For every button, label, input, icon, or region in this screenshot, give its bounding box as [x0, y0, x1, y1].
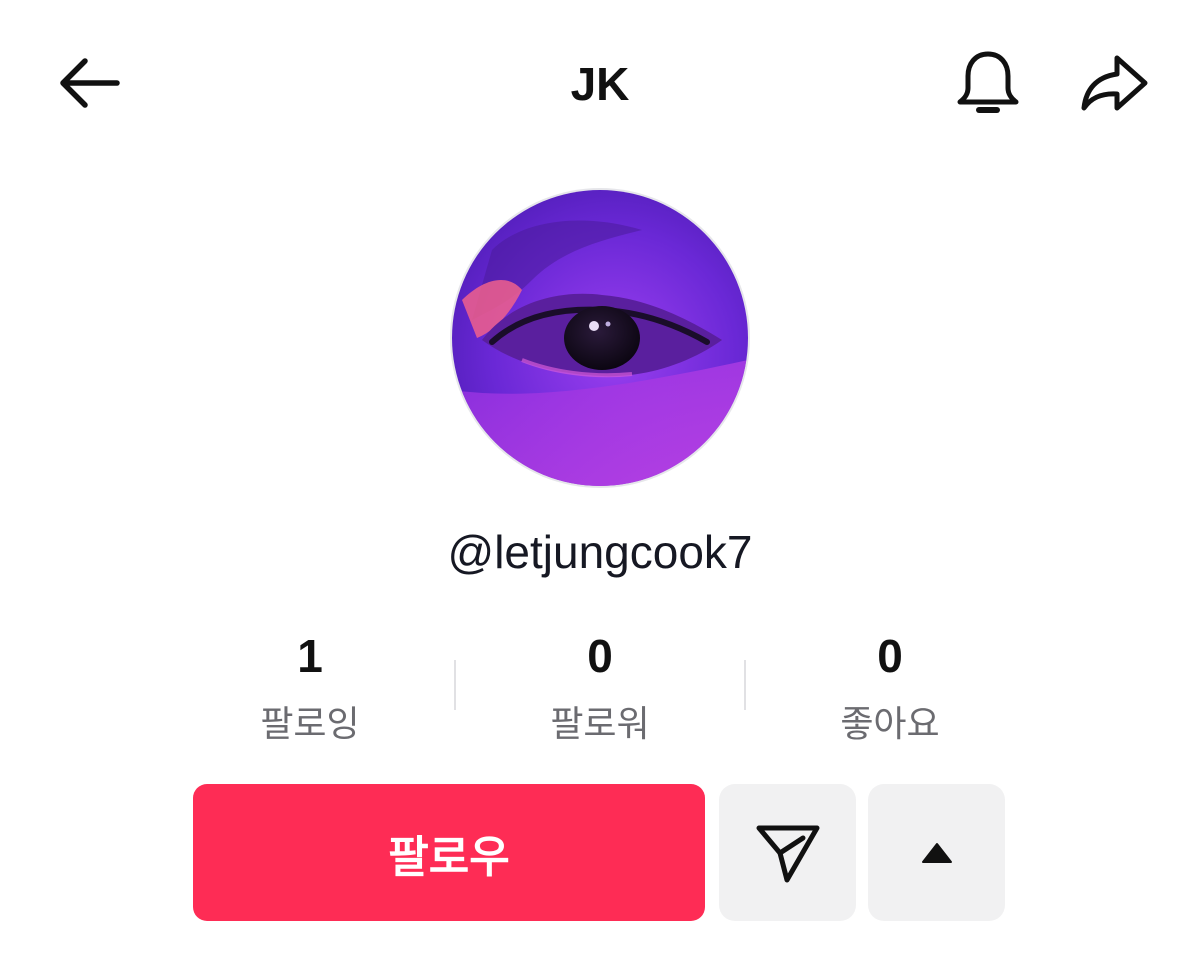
page-title: JK: [570, 58, 630, 110]
profile-stats: 1 팔로잉 0 팔로워 0 좋아요: [165, 628, 1035, 748]
bell-icon: [957, 51, 1019, 113]
stat-followers[interactable]: 0 팔로워: [455, 628, 745, 748]
avatar[interactable]: [452, 190, 748, 486]
share-button[interactable]: [1072, 46, 1156, 122]
follow-button[interactable]: 팔로우: [193, 784, 705, 921]
message-button[interactable]: [719, 784, 856, 921]
share-arrow-icon: [1081, 55, 1148, 111]
stat-following[interactable]: 1 팔로잉: [165, 628, 455, 748]
stat-label: 팔로워: [550, 703, 650, 744]
notification-button[interactable]: [948, 46, 1028, 122]
arrow-left-icon: [60, 58, 120, 108]
stat-value: 0: [587, 630, 613, 682]
profile-handle: @letjungcook7: [447, 526, 753, 578]
caret-up-icon: [921, 842, 952, 863]
paper-plane-icon: [756, 825, 819, 882]
more-options-button[interactable]: [868, 784, 1005, 921]
stat-likes[interactable]: 0 좋아요: [745, 628, 1035, 748]
stat-label: 좋아요: [840, 703, 940, 744]
back-button[interactable]: [48, 48, 128, 118]
top-bar: JK: [0, 0, 1200, 170]
profile-photo-eye: [452, 190, 748, 486]
stat-value: 1: [297, 630, 323, 682]
stat-label: 팔로잉: [260, 703, 360, 744]
stat-value: 0: [877, 630, 903, 682]
